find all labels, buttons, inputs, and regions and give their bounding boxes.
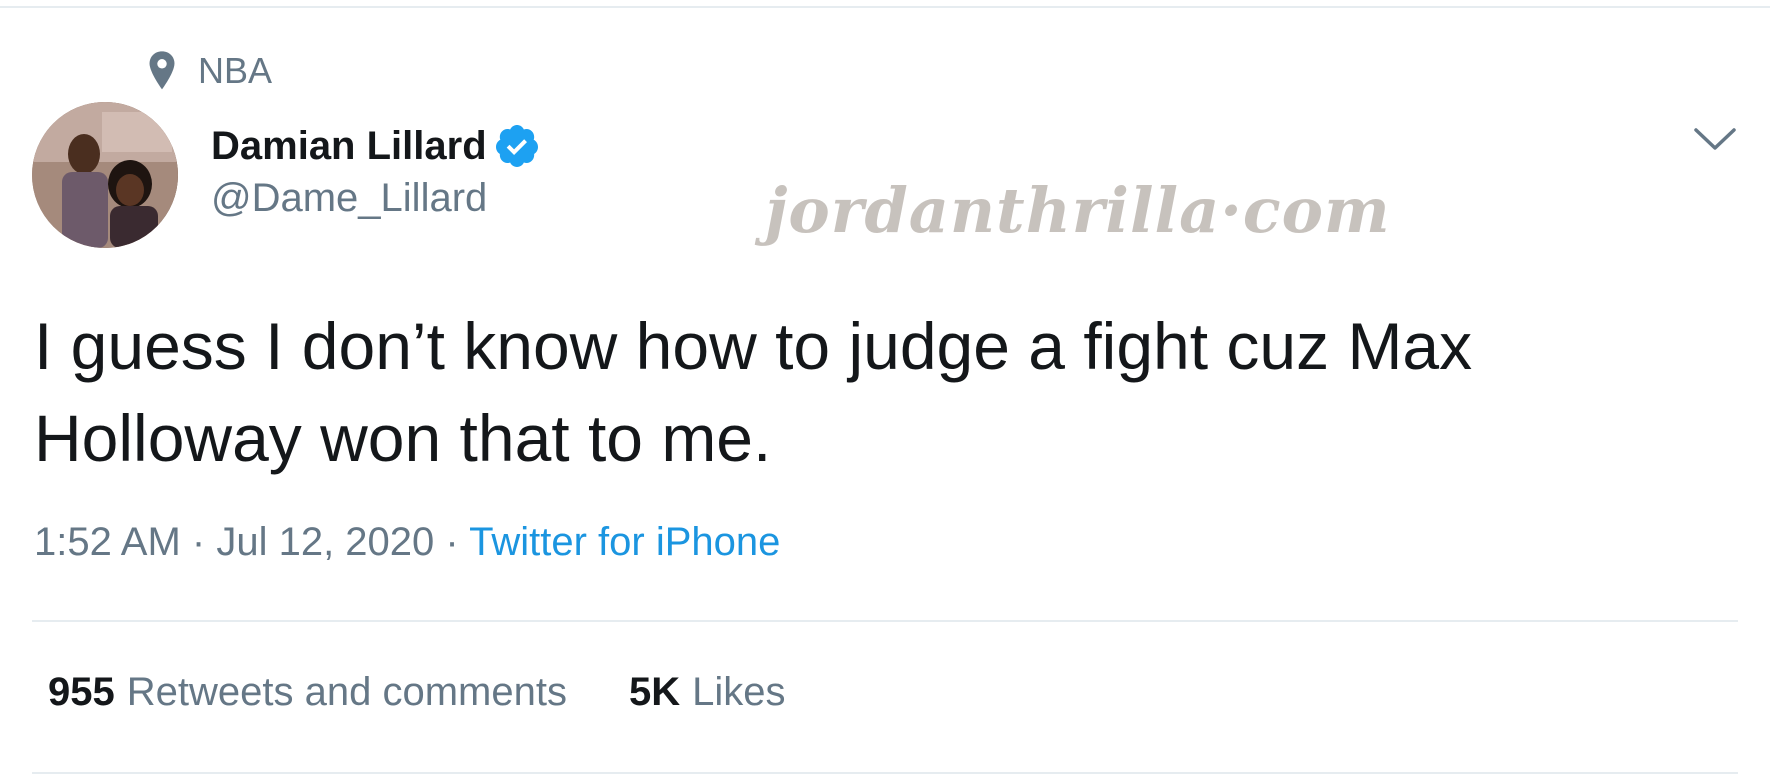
meta-separator: ·: [445, 520, 459, 564]
likes-label: Likes: [692, 670, 786, 714]
location-pin-icon: [149, 51, 175, 90]
verified-badge-icon: [495, 125, 538, 167]
watermark: jordanthrilla·com: [765, 174, 1391, 247]
user-handle[interactable]: @Dame_Lillard: [211, 176, 541, 221]
display-name[interactable]: Damian Lillard: [211, 124, 487, 169]
name-row: Damian Lillard: [211, 118, 541, 174]
retweets-stat[interactable]: 955 Retweets and comments: [48, 670, 567, 715]
top-divider: [0, 6, 1770, 8]
tweet-stats: 955 Retweets and comments 5K Likes: [48, 670, 785, 715]
tweet-meta: 1:52 AM · Jul 12, 2020 · Twitter for iPh…: [34, 520, 780, 565]
tweet-date[interactable]: Jul 12, 2020: [216, 520, 434, 564]
author-block[interactable]: Damian Lillard @Dame_Lillard: [211, 118, 541, 221]
tweet-card: NBA Damian Lillard @Dame_Lillard jordant…: [0, 0, 1770, 777]
avatar[interactable]: [32, 102, 178, 248]
context-label: NBA: [198, 50, 273, 91]
retweets-count: 955: [48, 670, 115, 714]
tweet-time[interactable]: 1:52 AM: [34, 520, 181, 564]
tweet-text: I guess I don’t know how to judge a figh…: [34, 309, 1473, 475]
likes-count: 5K: [628, 670, 681, 714]
likes-stat[interactable]: 5K Likes: [629, 670, 786, 715]
avatar-photo: [32, 102, 178, 248]
retweets-label: Retweets and comments: [126, 670, 567, 714]
stats-divider-top: [32, 620, 1738, 622]
tweet-source-link[interactable]: Twitter for iPhone: [469, 520, 780, 564]
stats-divider-bottom: [32, 772, 1738, 774]
social-context[interactable]: NBA: [146, 48, 272, 94]
meta-separator: ·: [191, 520, 206, 564]
chevron-down-icon[interactable]: [1692, 124, 1738, 154]
